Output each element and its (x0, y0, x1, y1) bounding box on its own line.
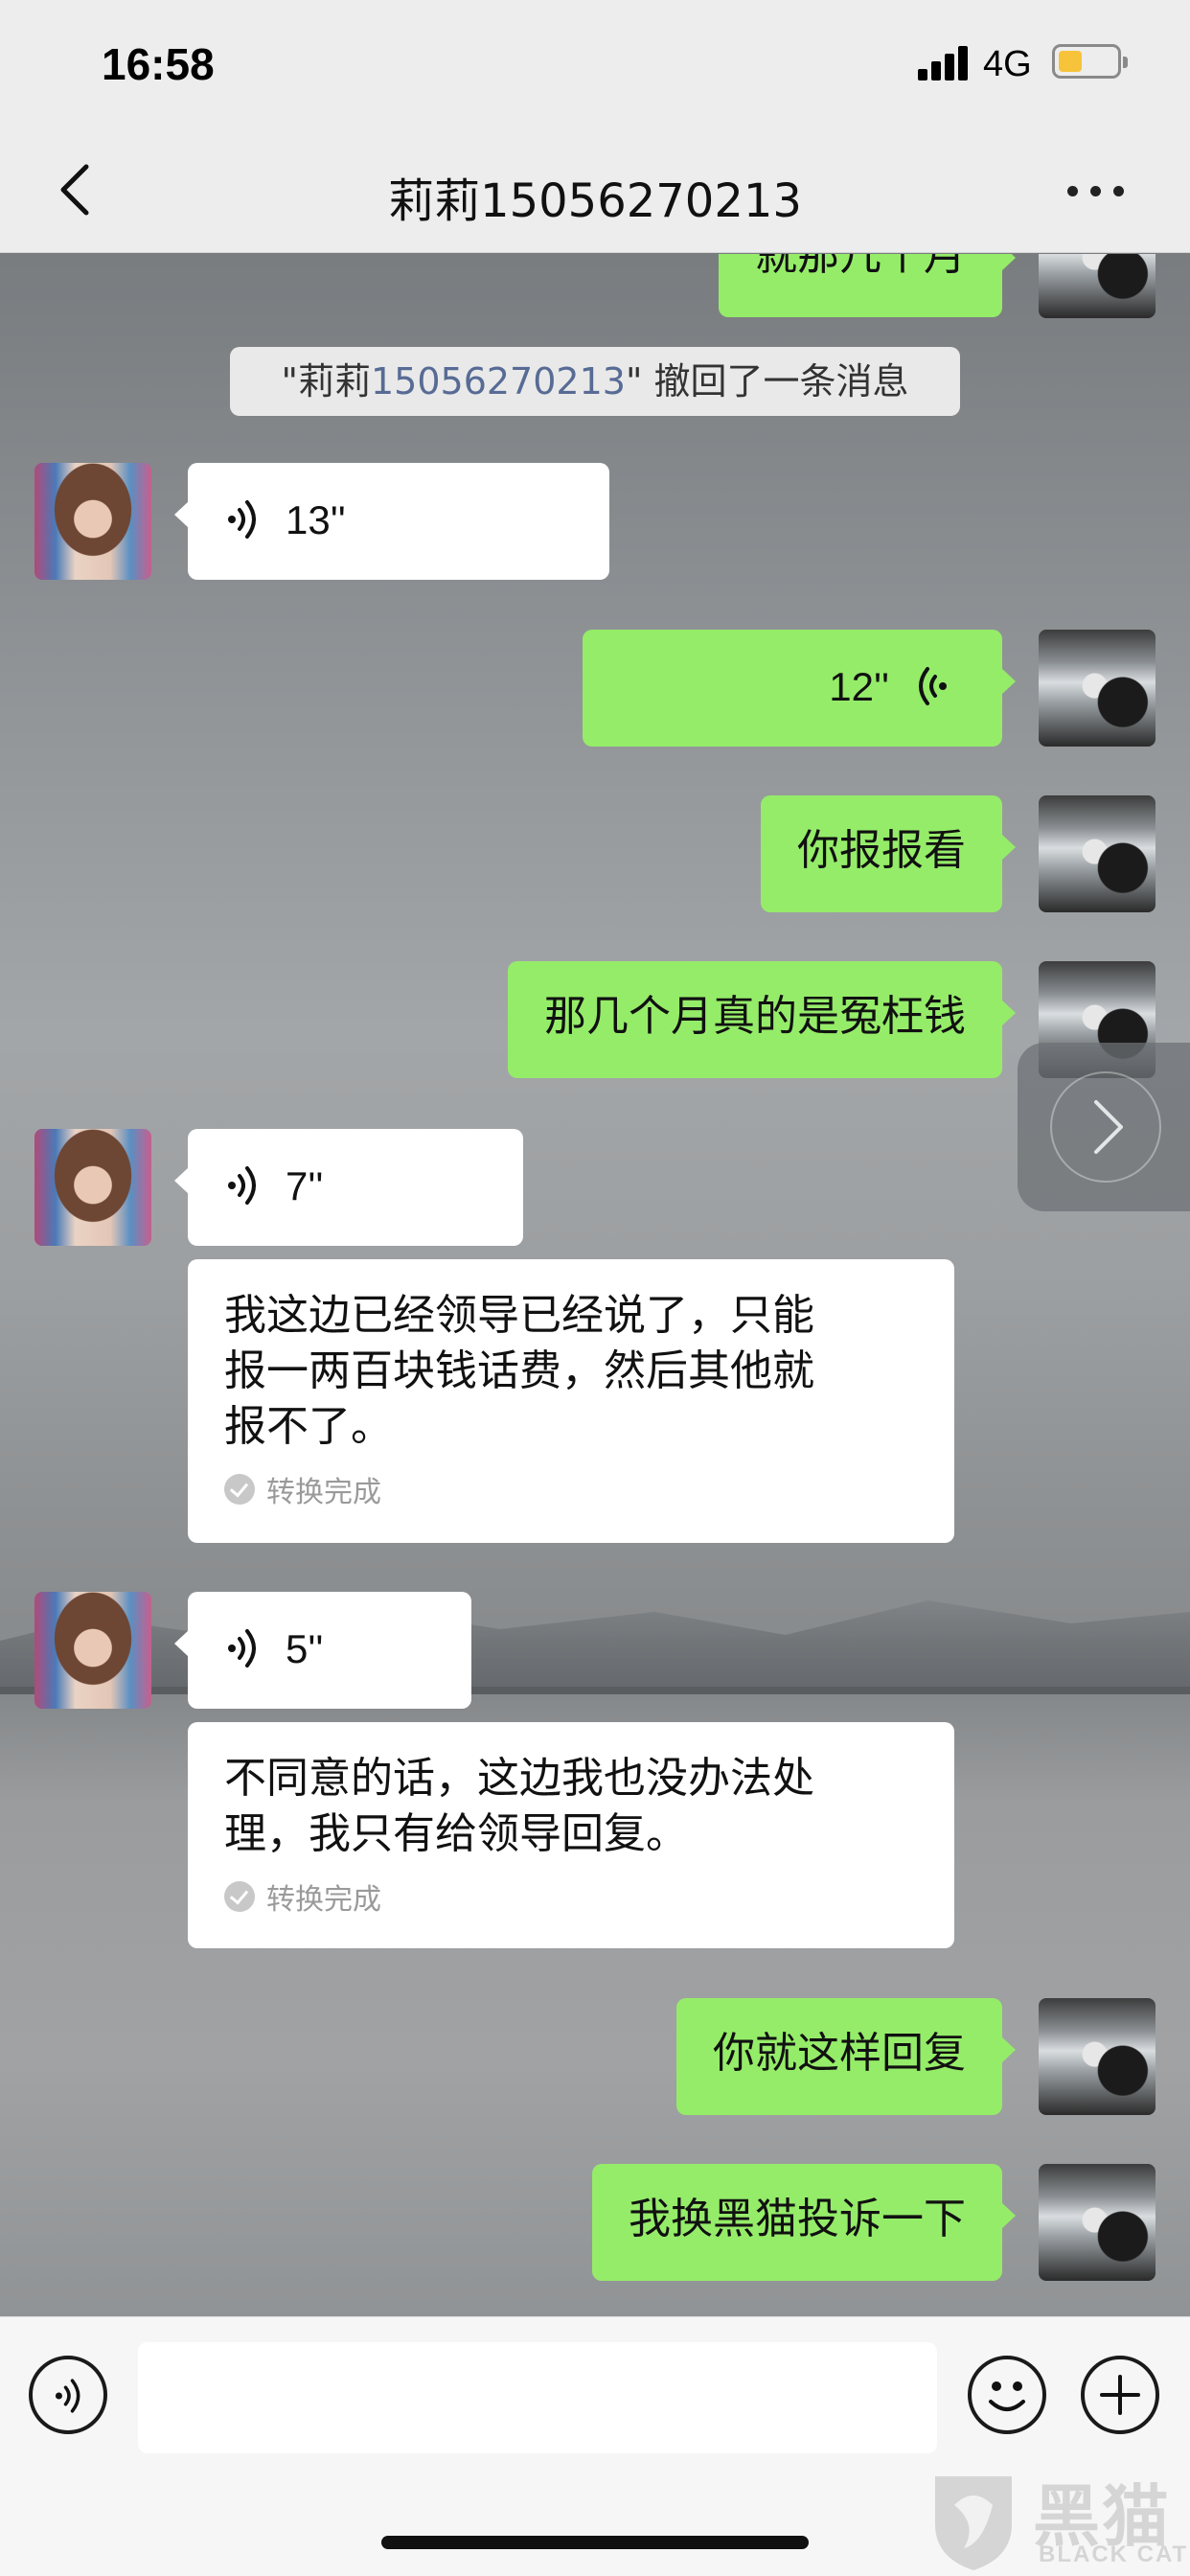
message-text: 你就这样回复 (713, 2029, 966, 2078)
voice-wave-icon (919, 667, 947, 705)
avatar-contact[interactable] (34, 1592, 151, 1709)
voice-wave-icon (228, 500, 256, 539)
message-bubble-outgoing[interactable]: 我换黑猫投诉一下 (592, 2164, 1016, 2281)
transcript-line: 理，我只有给领导回复。 (224, 1809, 688, 1858)
avatar-contact[interactable] (34, 1129, 151, 1246)
transcript-line: 报一两百块钱话费，然后其他就 (224, 1346, 814, 1395)
transcript-status: 转换完成 (224, 1875, 918, 1918)
chevron-right-icon (1094, 1100, 1123, 1154)
message-bubble-outgoing[interactable]: 那几个月真的是冤枉钱 (508, 961, 1016, 1078)
avatar-self[interactable] (1039, 2164, 1156, 2281)
message-text: 你报报看 (797, 826, 966, 875)
voice-duration: 5'' (286, 1626, 324, 1671)
avatar-contact[interactable] (34, 463, 151, 580)
signal-strength-icon (918, 46, 972, 80)
voice-message-outgoing[interactable]: 12'' (583, 630, 1016, 747)
emoji-button[interactable] (968, 2356, 1046, 2434)
transcript-line: 我这边已经领导已经说了，只能 (224, 1291, 814, 1340)
check-circle-icon (224, 1474, 255, 1505)
voice-duration: 7'' (286, 1163, 324, 1208)
voice-message-incoming[interactable]: 13'' (174, 463, 609, 580)
message-input[interactable] (138, 2342, 937, 2453)
voice-toggle-icon (55, 2379, 80, 2413)
message-text: 就那几个月 (755, 254, 966, 280)
nav-bar: 莉莉15056270213 (0, 126, 1190, 253)
transcript-line: 不同意的话，这边我也没办法处 (224, 1754, 814, 1803)
avatar-self[interactable] (1039, 254, 1156, 318)
more-dots-icon (1067, 186, 1078, 196)
home-indicator[interactable] (381, 2536, 809, 2549)
voice-transcript[interactable]: 我这边已经领导已经说了，只能 报一两百块钱话费，然后其他就 报不了。 转换完成 (188, 1259, 954, 1543)
voice-message-incoming[interactable]: 5'' (174, 1592, 471, 1709)
network-type: 4G (983, 44, 1032, 84)
voice-duration: 12'' (829, 664, 889, 709)
chat-message-list[interactable]: 就那几个月 "莉莉15056270213" 撤回了一条消息 13'' 12'' … (0, 254, 1190, 2314)
check-circle-icon (224, 1881, 255, 1912)
battery-icon (1052, 44, 1128, 79)
status-bar: 16:58 4G (0, 0, 1190, 126)
message-bubble-outgoing[interactable]: 你报报看 (761, 795, 1016, 912)
black-cat-logo-icon (935, 2476, 1012, 2570)
transcript-status: 转换完成 (224, 1468, 918, 1510)
voice-message-incoming[interactable]: 7'' (174, 1129, 523, 1246)
voice-wave-icon (228, 1166, 256, 1205)
message-bubble-outgoing[interactable]: 就那几个月 (719, 254, 1016, 317)
emoji-icon (989, 2381, 1025, 2411)
avatar-self[interactable] (1039, 630, 1156, 747)
recall-notice-number[interactable]: 15056270213 (371, 360, 626, 402)
voice-duration: 13'' (286, 497, 346, 542)
floating-window-button[interactable] (1018, 1043, 1190, 1211)
watermark-sub: BLACK CAT (1039, 2542, 1189, 2567)
voice-toggle-button[interactable] (29, 2356, 107, 2434)
message-bubble-outgoing[interactable]: 你就这样回复 (676, 1998, 1016, 2115)
more-button[interactable] (1067, 180, 1125, 199)
watermark: 黑猫 BLACK CAT (926, 2463, 1190, 2576)
status-time: 16:58 (102, 39, 215, 89)
recall-notice: "莉莉15056270213" 撤回了一条消息 (230, 347, 960, 416)
message-text: 我换黑猫投诉一下 (629, 2195, 966, 2243)
voice-wave-icon (228, 1629, 256, 1668)
avatar-self[interactable] (1039, 1998, 1156, 2115)
avatar-self[interactable] (1039, 795, 1156, 912)
more-actions-button[interactable] (1081, 2356, 1159, 2434)
plus-icon (1100, 2375, 1140, 2415)
transcript-line: 报不了。 (224, 1402, 393, 1451)
chat-title: 莉莉15056270213 (388, 174, 802, 228)
voice-transcript[interactable]: 不同意的话，这边我也没办法处 理，我只有给领导回复。 转换完成 (188, 1722, 954, 1948)
message-text: 那几个月真的是冤枉钱 (544, 992, 966, 1041)
